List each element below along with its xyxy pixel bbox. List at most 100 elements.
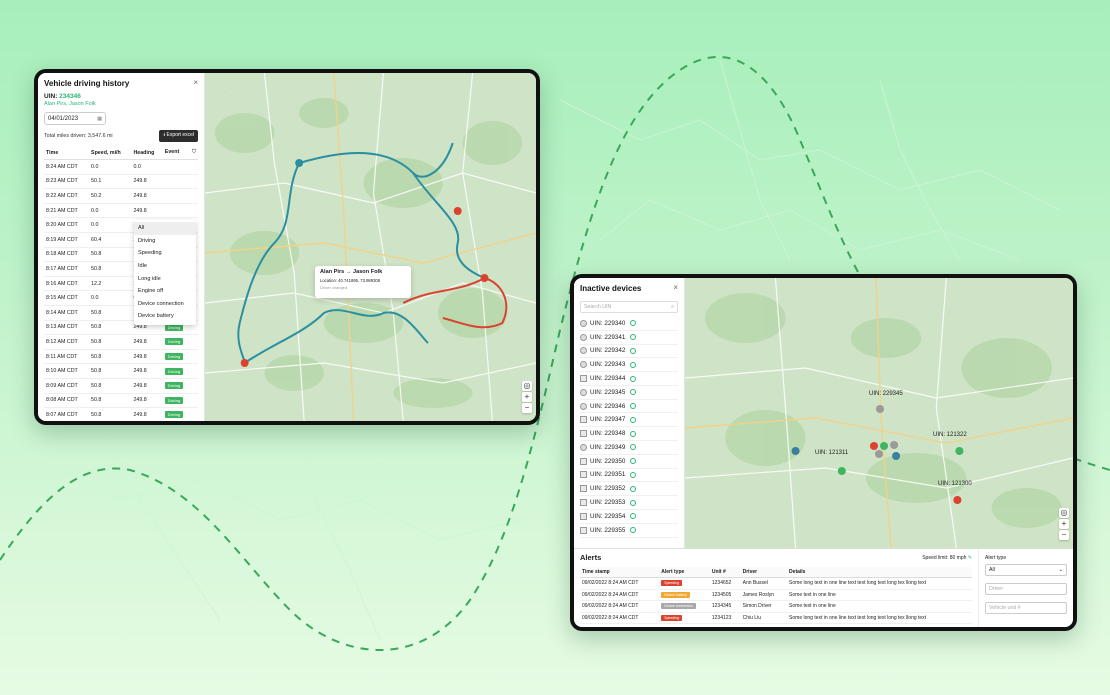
unit-cell: 1234505 [709, 589, 741, 601]
table-header: Time Speed, mi/h Heading Event ⛉ [44, 146, 198, 160]
time-cell: 8:09 AM CDT [44, 378, 90, 394]
speed-cell: 50.8 [89, 407, 132, 421]
event-badge: Driving [164, 382, 184, 390]
total-miles: Total miles driven: 3,547.6 mi [44, 133, 113, 139]
list-item[interactable]: UIN: 229348 [580, 427, 678, 442]
list-item[interactable]: UIN: 229355 [580, 524, 678, 538]
speed-cell: 0.0 [89, 290, 132, 306]
locate-icon[interactable]: ◎ [1059, 508, 1069, 518]
locate-icon[interactable]: ◎ [522, 381, 532, 391]
route-marker [453, 207, 462, 215]
device-label: UIN: 229348 [590, 430, 626, 438]
list-item[interactable]: UIN: 229351 [580, 469, 678, 483]
event-cell: Driving [162, 407, 198, 421]
calendar-icon: ▦ [97, 115, 102, 122]
list-item[interactable]: UIN: 229340 [580, 317, 678, 331]
filter-option[interactable]: Device connection [134, 298, 196, 311]
status-icon [630, 403, 637, 410]
table-row[interactable]: 8:24 AM CDT 0.0 0.0 [44, 159, 198, 175]
status-icon [630, 416, 637, 423]
table-row[interactable]: 09/02/2022 8:24 AM CDT Speeding 1234652 … [580, 577, 972, 590]
inactive-map[interactable]: UIN: 229345 UIN: 121322 UIN: 121311 UIN:… [685, 278, 1073, 548]
list-item[interactable]: UIN: 229343 [580, 358, 678, 373]
table-row[interactable]: 8:09 AM CDT 50.8 249.8 Driving [44, 378, 198, 394]
list-item[interactable]: UIN: 229353 [580, 496, 678, 510]
list-item[interactable]: UIN: 229350 [580, 455, 678, 469]
zoom-out-button[interactable]: − [522, 403, 532, 413]
table-row[interactable]: 09/02/2022 8:24 AM CDT Device connection… [580, 600, 972, 613]
col-event-label: Event [164, 149, 180, 155]
filter-option[interactable]: Speeding [134, 247, 196, 260]
close-icon[interactable]: × [193, 78, 198, 87]
panel-title: Vehicle driving history [44, 79, 130, 88]
filter-option[interactable]: Idle [134, 260, 196, 273]
filter-option[interactable]: Engine off [134, 285, 196, 298]
list-item[interactable]: UIN: 229352 [580, 482, 678, 497]
details-cell: Some text in one line [787, 600, 972, 613]
list-item[interactable]: UIN: 229354 [580, 510, 678, 524]
filter-option[interactable]: Device battery [134, 310, 196, 323]
table-row[interactable]: 8:07 AM CDT 50.8 249.8 Driving [44, 407, 198, 421]
filter-option[interactable]: Long idle [134, 272, 196, 285]
speed-cell: 0.0 [89, 217, 132, 233]
edit-icon[interactable]: ✎ [968, 555, 972, 561]
table-row[interactable]: 8:11 AM CDT 50.8 249.8 Driving [44, 349, 198, 365]
col-event[interactable]: Event ⛉ [162, 146, 198, 160]
filter-option[interactable]: Driving [134, 235, 196, 248]
timestamp-cell: 09/02/2022 8:24 AM CDT [580, 600, 660, 613]
unit-cell: 1234123 [709, 612, 741, 624]
list-item[interactable]: UIN: 229346 [580, 400, 678, 414]
device-icon [580, 402, 587, 410]
driver-change-popup: Alan Pirs → Jason Folk Location: 40.7418… [315, 266, 411, 298]
device-icon [580, 375, 587, 383]
device-icon [580, 361, 587, 369]
zoom-out-button[interactable]: − [1059, 530, 1069, 540]
driving-history-window: Vehicle driving history × UIN: 234346 Al… [34, 69, 540, 425]
svg-text:·: · [225, 89, 226, 94]
list-item[interactable]: UIN: 229345 [580, 386, 678, 400]
export-label: Export excel [166, 132, 194, 138]
table-row[interactable]: 8:21 AM CDT 0.0 249.8 [44, 203, 198, 219]
list-item[interactable]: UIN: 229341 [580, 331, 678, 345]
list-item[interactable]: UIN: 229342 [580, 345, 678, 359]
close-icon[interactable]: × [673, 283, 678, 292]
table-row[interactable]: 8:23 AM CDT 50.1 249.8 [44, 174, 198, 190]
device-label: UIN: 229354 [590, 512, 626, 520]
list-item[interactable]: UIN: 229347 [580, 413, 678, 428]
time-value: 8:18 AM CDT [46, 251, 78, 258]
device-label: UIN: 229344 [590, 375, 626, 383]
table-row[interactable]: 8:22 AM CDT 50.2 249.8 [44, 188, 198, 204]
table-row[interactable]: 8:12 AM CDT 50.8 249.8 Driving [44, 334, 198, 350]
heading-cell: 249.8 [131, 188, 163, 204]
filter-option[interactable]: All [134, 222, 196, 235]
unit-field[interactable]: Vehicle unit # [985, 602, 1067, 614]
table-row[interactable]: 8:10 AM CDT 50.8 249.8 Driving [44, 363, 198, 379]
status-icon [630, 361, 637, 368]
table-row[interactable]: 09/02/2022 8:24 AM CDT Device battery 12… [580, 589, 972, 601]
map-zoom-controls: ◎ + − [1059, 508, 1069, 540]
date-picker[interactable]: 04/01/2023 ▦ [44, 112, 106, 125]
zoom-in-button[interactable]: + [522, 392, 532, 402]
history-map[interactable]: · Alan Pirs → Jason Folk Location: 40.74… [205, 73, 536, 421]
uin-label: UIN: [44, 93, 58, 100]
speed-cell: 60.4 [89, 232, 132, 248]
device-label: UIN: 229342 [590, 347, 626, 355]
uin-value: 234346 [59, 93, 81, 100]
list-item[interactable]: UIN: 229349 [580, 441, 678, 455]
time-value: 8:23 AM CDT [46, 178, 78, 185]
col-timestamp[interactable]: Time stamp [580, 567, 660, 578]
export-excel-button[interactable]: ⭳ Export excel [159, 130, 198, 142]
table-row[interactable]: 09/02/2022 8:24 AM CDT Speeding 1234123 … [580, 612, 972, 624]
search-input[interactable]: Search UIN ⌕ [580, 301, 678, 313]
heading-cell: 249.8 [131, 203, 163, 219]
search-placeholder: Search UIN [584, 304, 612, 310]
table-row[interactable]: 8:08 AM CDT 50.8 249.8 Driving [44, 393, 198, 409]
status-icon [630, 389, 637, 396]
alert-badge: Speeding [661, 614, 683, 621]
filter-icon[interactable]: ⛉ [192, 149, 196, 156]
time-value: 8:14 AM CDT [46, 309, 78, 316]
driver-field[interactable]: Driver [985, 583, 1067, 595]
zoom-in-button[interactable]: + [1059, 519, 1069, 529]
list-item[interactable]: UIN: 229344 [580, 372, 678, 386]
alert-type-select[interactable]: All ⌄ [985, 564, 1067, 576]
